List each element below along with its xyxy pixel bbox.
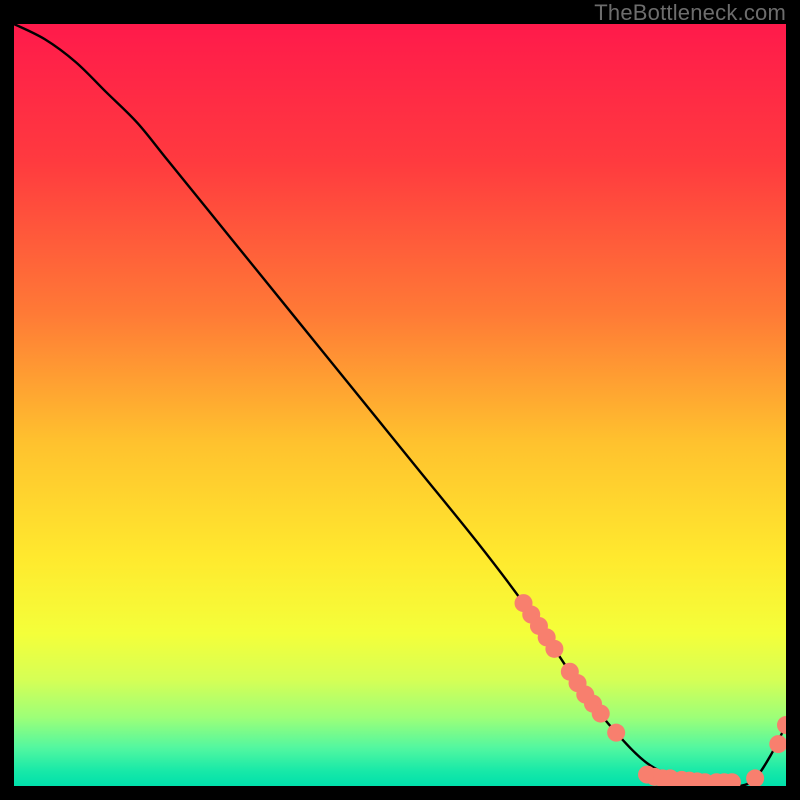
data-marker: [592, 705, 610, 723]
data-marker: [607, 724, 625, 742]
data-marker: [545, 640, 563, 658]
watermark-text: TheBottleneck.com: [594, 0, 786, 26]
bottleneck-chart: [14, 24, 786, 786]
chart-frame: [14, 24, 786, 786]
gradient-background: [14, 24, 786, 786]
